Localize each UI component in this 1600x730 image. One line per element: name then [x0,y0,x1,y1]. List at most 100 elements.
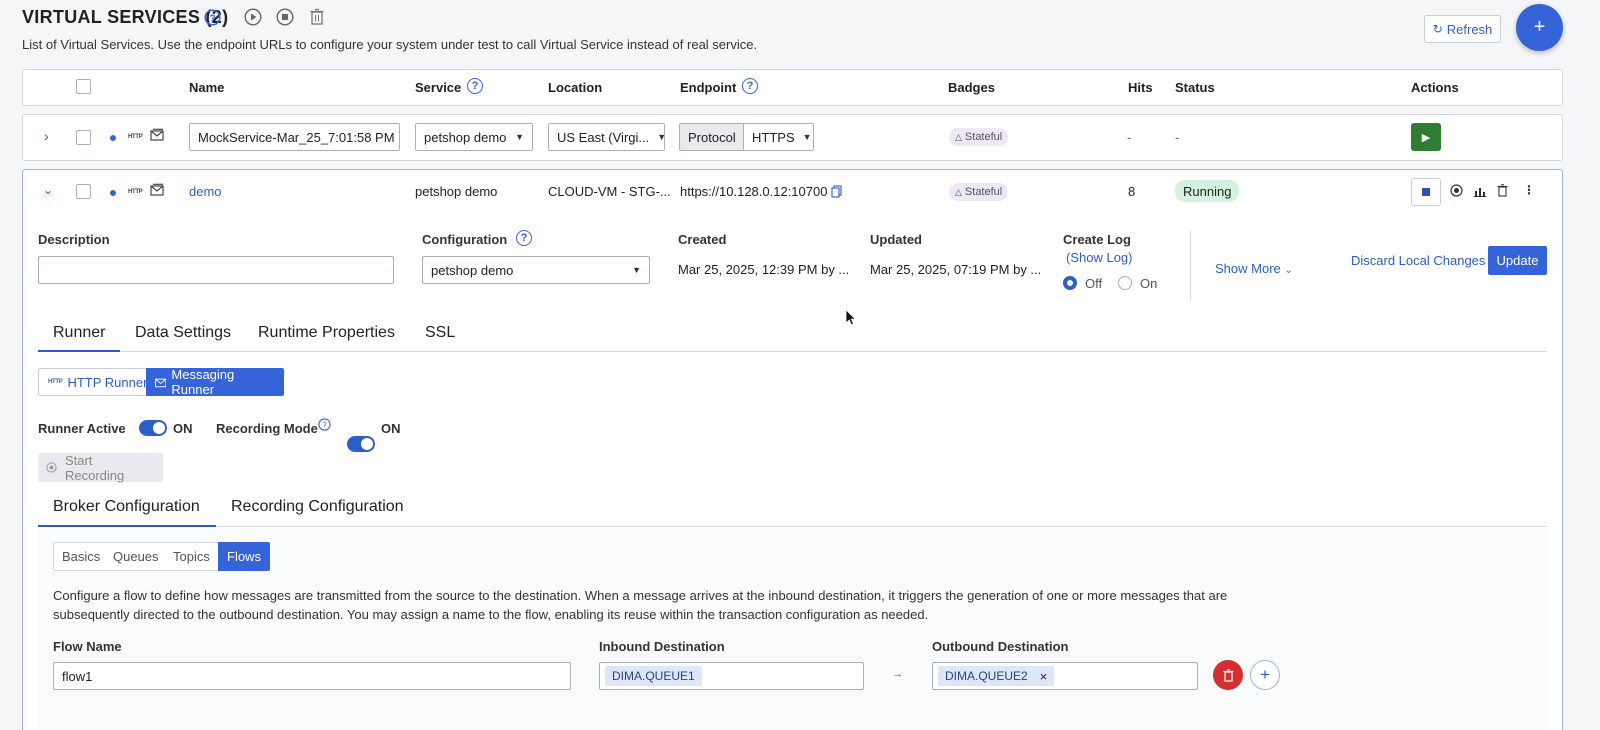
flow-name-input[interactable]: flow1 [53,662,571,690]
delete-flow-button[interactable] [1213,660,1243,690]
broker-tab-topics[interactable]: Topics [165,542,219,571]
configuration-label: Configuration [422,232,508,247]
record-icon [46,462,57,473]
service-select-value: petshop demo [424,129,507,145]
svg-text:?: ? [322,421,327,430]
col-status[interactable]: Status [1175,80,1215,95]
select-all-checkbox[interactable] [76,79,91,94]
show-log-link[interactable]: (Show Log) [1066,250,1132,265]
tab-ssl[interactable]: SSL [425,324,455,342]
start-recording-label: Start Recording [64,452,125,483]
created-label: Created [678,232,727,247]
messaging-runner-button[interactable]: Messaging Runner [146,367,284,397]
col-badges[interactable]: Badges [948,80,995,95]
start-service-button[interactable]: ▶ [1411,123,1441,151]
start-recording-button[interactable]: Start Recording [38,452,163,483]
add-service-button[interactable]: + [1516,4,1563,51]
delete-all-icon[interactable] [308,8,326,26]
tab-broker-configuration[interactable]: Broker Configuration [53,498,200,516]
refresh-button[interactable]: ↻ Refresh [1424,15,1501,43]
record-icon[interactable] [1450,184,1463,200]
outbound-destination-input[interactable]: DIMA.QUEUE2 × [932,662,1198,690]
col-endpoint[interactable]: Endpoint [680,80,736,95]
messaging-icon [150,183,164,200]
col-hits[interactable]: Hits [1128,80,1153,95]
protocol-select[interactable]: HTTPS ▼ [743,123,814,151]
remove-chip-icon[interactable]: × [1040,669,1048,684]
broker-tab-basics[interactable]: Basics [53,542,110,571]
config-tabs-divider [38,526,1547,527]
chevron-down-icon[interactable]: ⌄ [43,183,53,197]
stateful-icon: △ [955,131,962,142]
broker-tab-queues[interactable]: Queues [105,542,168,571]
stop-service-button[interactable] [1411,178,1441,206]
log-on-label: On [1140,276,1158,291]
tab-recording-configuration[interactable]: Recording Configuration [231,498,404,516]
service-value: petshop demo [415,184,498,199]
broker-tab-flows[interactable]: Flows [218,542,270,571]
chevron-down-icon: ⌄ [1284,265,1293,276]
trash-icon[interactable] [1497,184,1508,200]
service-name-input[interactable]: MockService-Mar_25_7:01:58 PM [189,123,400,151]
discard-changes-link[interactable]: Discard Local Changes [1351,253,1485,268]
stop-icon [1422,188,1430,196]
help-icon[interactable]: ? [203,8,221,26]
tab-runner[interactable]: Runner [53,324,105,342]
log-off-radio[interactable] [1063,276,1077,290]
copy-icon[interactable] [831,185,842,201]
col-location[interactable]: Location [548,80,602,95]
inbound-destination-input[interactable]: DIMA.QUEUE1 [599,662,864,690]
add-flow-button[interactable]: + [1250,660,1280,690]
service-select[interactable]: petshop demo ▼ [415,123,533,151]
inbound-chip: DIMA.QUEUE1 [605,666,702,686]
updated-value: Mar 25, 2025, 07:19 PM by ... [870,262,1042,277]
endpoint-help-icon[interactable]: ? [742,78,758,94]
stop-all-icon[interactable] [276,8,294,26]
flows-description-line2: subsequently directed to the outbound de… [53,607,929,622]
endpoint-url[interactable]: https://10.128.0.12:10700 [680,184,827,199]
update-button[interactable]: Update [1488,246,1547,275]
http-runner-button[interactable]: HTTP HTTP Runner [38,368,158,396]
chevron-right-icon[interactable]: › [44,128,49,144]
description-input[interactable] [38,256,394,284]
configuration-select[interactable]: petshop demo ▼ [422,256,650,284]
col-actions: Actions [1411,80,1459,95]
location-select-value: US East (Virgi... [557,129,650,145]
created-value: Mar 25, 2025, 12:39 PM by ... [678,262,850,277]
caret-down-icon: ▼ [515,132,524,142]
row-checkbox[interactable] [76,130,91,145]
plus-icon: + [1260,665,1270,684]
arrow-right-icon: → [892,668,903,680]
row-checkbox[interactable] [76,184,91,199]
vertical-divider [1190,231,1191,300]
chart-icon[interactable] [1474,185,1486,200]
play-all-icon[interactable] [244,8,262,26]
http-icon: HTTP [128,189,143,195]
flows-description-line1: Configure a flow to define how messages … [53,588,1228,603]
more-options-icon[interactable]: ⋮ [1523,183,1535,197]
messaging-runner-label: Messaging Runner [171,367,235,397]
caret-down-icon: ▼ [632,265,641,275]
recording-mode-state: ON [381,421,401,436]
tabs-divider [38,351,1547,352]
col-name[interactable]: Name [189,80,224,95]
show-more-link[interactable]: Show More ⌄ [1215,261,1293,276]
location-value: CLOUD-VM - STG-... [548,184,671,199]
col-service[interactable]: Service [415,80,461,95]
location-select[interactable]: US East (Virgi... ▼ [548,123,665,151]
recording-mode-help-icon[interactable]: ? [318,418,331,434]
tab-runtime-properties[interactable]: Runtime Properties [258,324,395,342]
configuration-help-icon[interactable]: ? [516,230,532,246]
outbound-chip: DIMA.QUEUE2 × [938,666,1055,686]
active-config-tab-indicator [38,525,216,527]
http-runner-label: HTTP Runner [67,374,148,390]
recording-mode-toggle[interactable] [347,436,375,452]
status-value: - [1175,130,1180,145]
log-on-radio[interactable] [1118,276,1132,290]
service-name-link[interactable]: demo [189,184,222,199]
service-help-icon[interactable]: ? [467,78,483,94]
outbound-chip-label: DIMA.QUEUE2 [945,669,1028,683]
runner-active-toggle[interactable] [139,420,167,436]
runner-active-label: Runner Active [38,421,126,436]
tab-data-settings[interactable]: Data Settings [135,324,231,342]
